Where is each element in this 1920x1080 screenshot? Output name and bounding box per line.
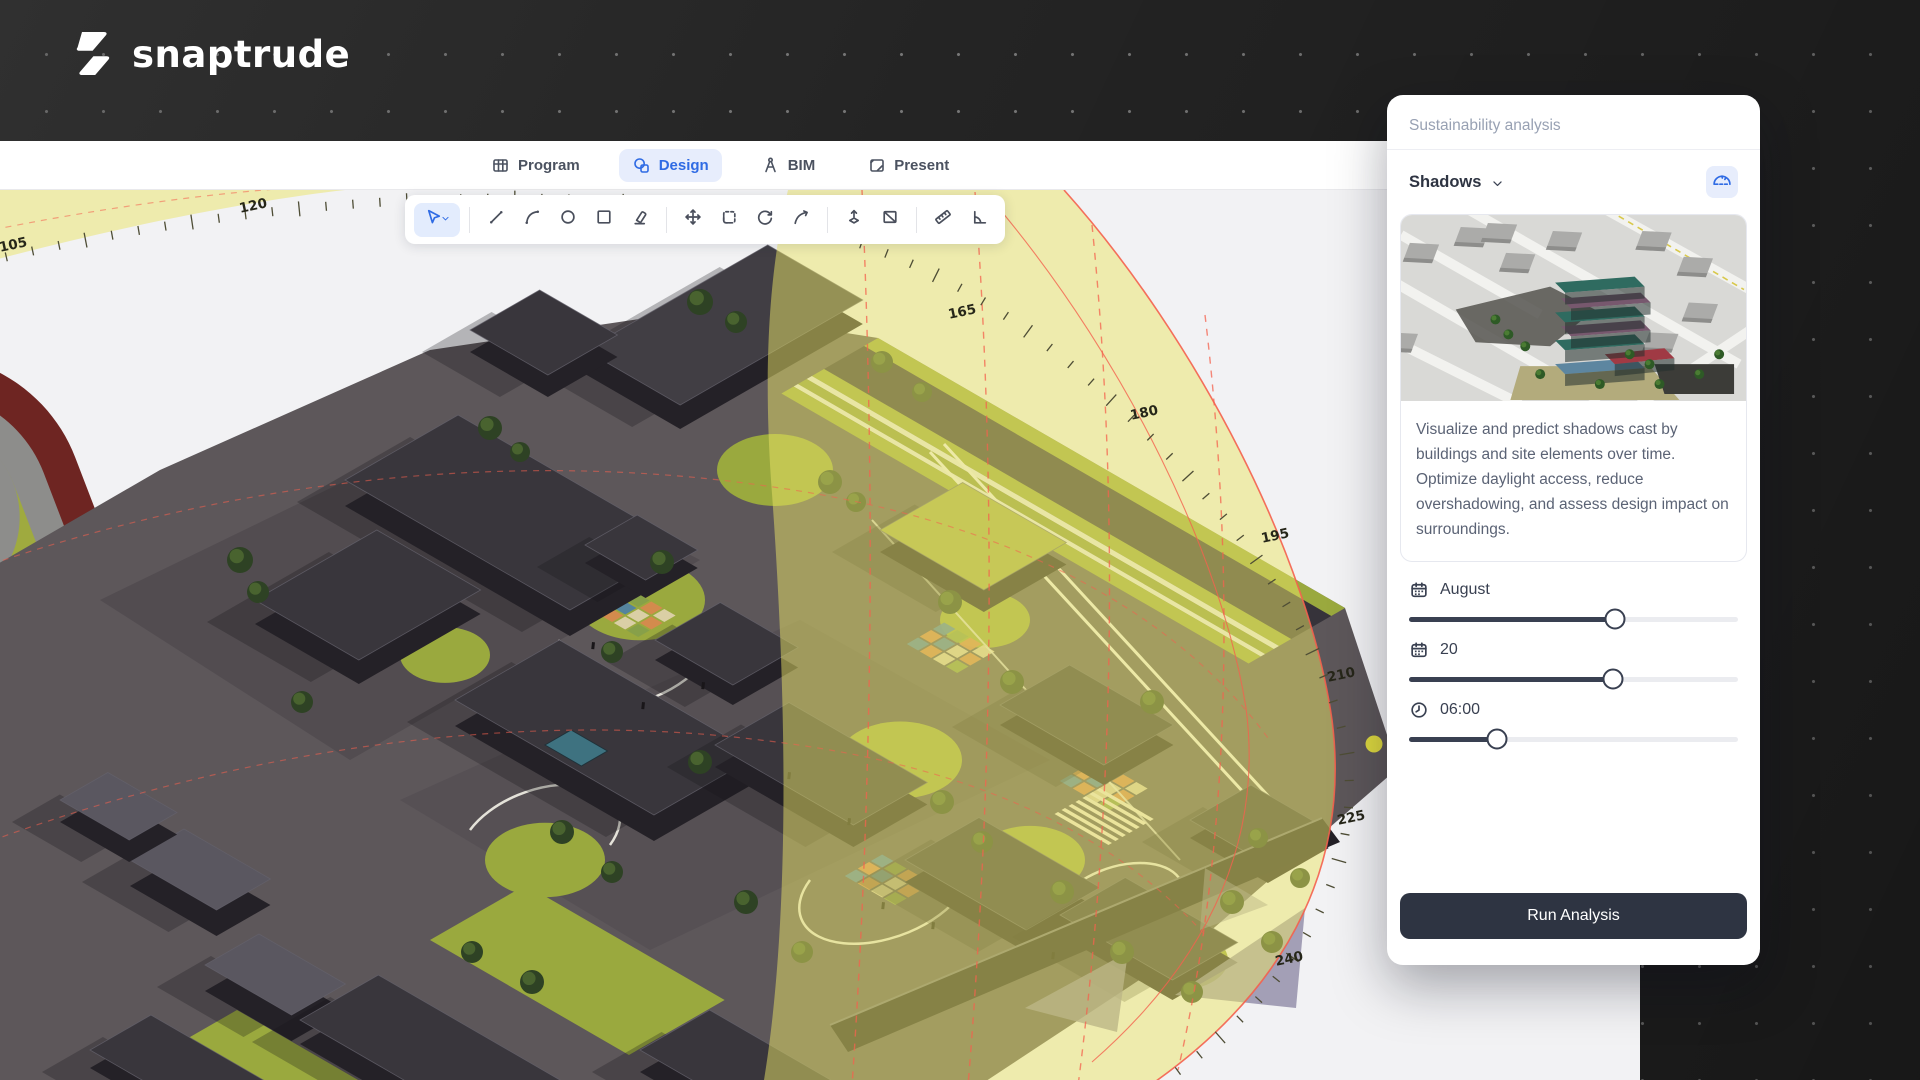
rectangle-icon — [594, 207, 614, 232]
pushpull-tool[interactable] — [837, 203, 871, 237]
circle-tool[interactable] — [551, 203, 585, 237]
tree — [601, 861, 623, 883]
slider-row-1: 20 — [1387, 622, 1760, 682]
chevron-down-icon — [1490, 176, 1505, 191]
arc-icon — [522, 207, 542, 232]
protractor-icon — [969, 207, 989, 232]
shapes-icon — [632, 156, 651, 175]
toolbar-divider — [469, 207, 470, 233]
tree — [478, 416, 502, 440]
tree — [650, 550, 674, 574]
slider-value-label: 06:00 — [1440, 701, 1480, 719]
arc-tool[interactable] — [515, 203, 549, 237]
tree — [601, 641, 623, 663]
tree — [227, 547, 253, 573]
clock-icon — [1409, 700, 1429, 720]
sun-dome-icon — [1712, 170, 1732, 195]
line-icon — [486, 207, 506, 232]
toolbar-divider — [827, 207, 828, 233]
tree — [510, 442, 530, 462]
slider-thumb[interactable] — [1486, 729, 1507, 750]
panel-title: Sustainability analysis — [1387, 95, 1760, 149]
analysis-type-label: Shadows — [1409, 173, 1481, 192]
slider-row-2: 06:00 — [1387, 682, 1760, 742]
shadow-analysis-preview — [1401, 215, 1746, 401]
eraser-icon — [630, 207, 650, 232]
tree — [291, 691, 313, 713]
section-icon — [880, 207, 900, 232]
slider-thumb[interactable] — [1603, 669, 1624, 690]
circle-icon — [558, 207, 578, 232]
tree — [734, 890, 758, 914]
tree — [725, 311, 747, 333]
snaptrude-logo[interactable]: snaptrude — [70, 30, 350, 78]
run-analysis-button[interactable]: Run Analysis — [1400, 893, 1747, 939]
tab-present[interactable]: Present — [854, 149, 962, 182]
pushpull-icon — [844, 207, 864, 232]
copy-icon — [719, 207, 739, 232]
tab-label: Design — [659, 157, 709, 174]
slider-fill — [1409, 737, 1497, 742]
tab-design[interactable]: Design — [619, 149, 722, 182]
flip-arrow-icon — [791, 207, 811, 232]
toolbar-divider — [916, 207, 917, 233]
rectangle-tool[interactable] — [587, 203, 621, 237]
tree — [247, 581, 269, 603]
toolbar-divider — [666, 207, 667, 233]
flip-tool[interactable] — [784, 203, 818, 237]
move-icon — [683, 207, 703, 232]
chevron-down-icon — [440, 211, 451, 229]
slider-track-0[interactable] — [1409, 617, 1738, 622]
line-tool[interactable] — [479, 203, 513, 237]
slider-fill — [1409, 617, 1615, 622]
analysis-info-card: Visualize and predict shadows cast by bu… — [1400, 214, 1747, 562]
protractor-tool[interactable] — [962, 203, 996, 237]
copy-tool[interactable] — [712, 203, 746, 237]
sun-dome-icon-button[interactable] — [1706, 166, 1738, 198]
slider-thumb[interactable] — [1605, 609, 1626, 630]
eraser-tool[interactable] — [623, 203, 657, 237]
tab-label: Program — [518, 157, 580, 174]
tree — [461, 941, 483, 963]
analysis-description: Visualize and predict shadows cast by bu… — [1401, 401, 1746, 561]
analysis-type-dropdown[interactable]: Shadows — [1409, 173, 1505, 192]
calendar-icon — [1409, 640, 1429, 660]
tab-bim[interactable]: BIM — [748, 149, 829, 182]
slider-fill — [1409, 677, 1613, 682]
tab-program[interactable]: Program — [478, 149, 593, 182]
present-icon — [867, 156, 886, 175]
ruler-icon — [933, 207, 953, 232]
move-tool[interactable] — [676, 203, 710, 237]
section-tool[interactable] — [873, 203, 907, 237]
snaptrude-logo-icon — [70, 30, 116, 78]
slider-row-0: August — [1387, 562, 1760, 622]
calendar-icon — [1409, 580, 1429, 600]
slider-value-label: 20 — [1440, 641, 1458, 659]
tree — [688, 750, 712, 774]
compass-icon — [761, 156, 780, 175]
rotate-icon — [755, 207, 775, 232]
sun-position-dot — [1366, 736, 1383, 753]
slider-track-2[interactable] — [1409, 737, 1738, 742]
slider-track-1[interactable] — [1409, 677, 1738, 682]
tab-label: Present — [894, 157, 949, 174]
table-icon — [491, 156, 510, 175]
measure-tool[interactable] — [926, 203, 960, 237]
tree — [550, 820, 574, 844]
sustainability-panel: Sustainability analysis Shadows Visualiz… — [1387, 95, 1760, 965]
tree — [520, 970, 544, 994]
logo-text: snaptrude — [132, 33, 350, 76]
drawing-toolbar — [405, 195, 1005, 244]
tab-label: BIM — [788, 157, 816, 174]
rotate-tool[interactable] — [748, 203, 782, 237]
slider-value-label: August — [1440, 581, 1490, 599]
tree — [687, 289, 713, 315]
select-tool[interactable] — [414, 203, 460, 237]
